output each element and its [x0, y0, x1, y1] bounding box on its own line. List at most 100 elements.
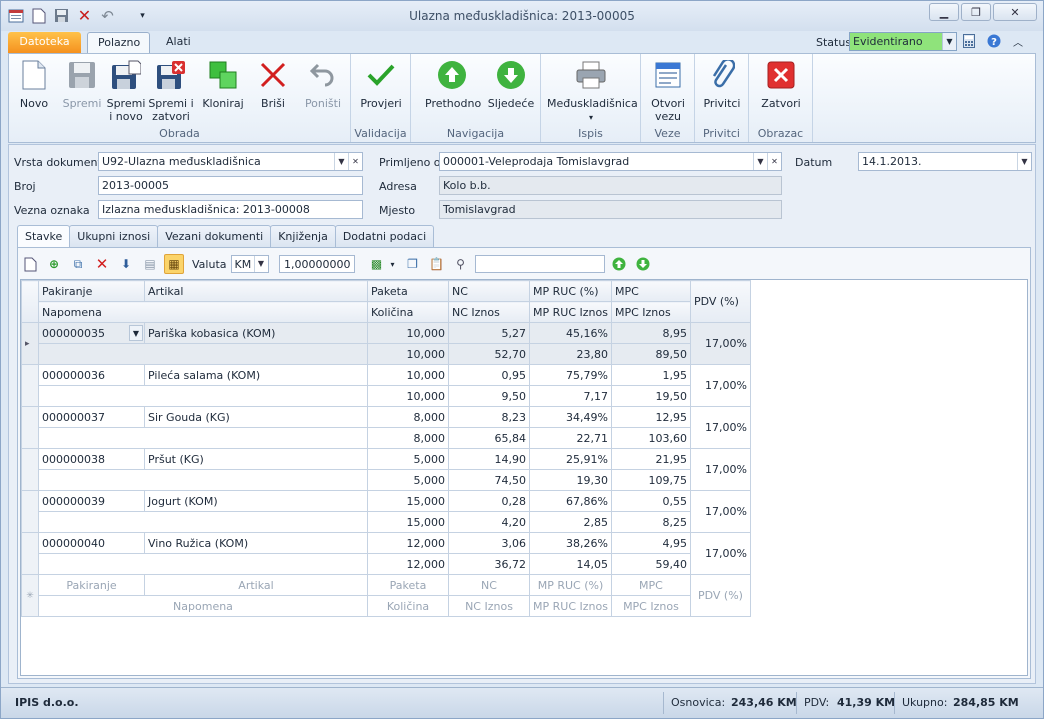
- filter-icon[interactable]: ⚲: [451, 254, 471, 274]
- cell-mpc-iznos[interactable]: 59,40: [610, 553, 691, 575]
- brisi-button[interactable]: Briši: [254, 59, 292, 110]
- clear-icon[interactable]: ✕: [348, 153, 362, 170]
- cell-mpc[interactable]: 0,55: [610, 490, 691, 512]
- kloniraj-button[interactable]: Kloniraj: [202, 59, 244, 110]
- cell-paketa[interactable]: 8,000: [367, 406, 449, 428]
- cell-mpc[interactable]: 12,95: [610, 406, 691, 428]
- table-row[interactable]: ▸ 000000035 ▼ Pariška kobasica (KOM) 10,000 5…: [21, 322, 751, 365]
- cell-nc[interactable]: 5,27: [448, 322, 530, 344]
- chevron-down-icon[interactable]: ▼: [253, 256, 268, 272]
- cell-napomena[interactable]: [38, 385, 368, 407]
- row-indicator[interactable]: [21, 532, 39, 575]
- cell-kolicina[interactable]: 10,000: [367, 385, 449, 407]
- cell-nc[interactable]: 8,23: [448, 406, 530, 428]
- chevron-down-icon[interactable]: ▼: [753, 153, 767, 170]
- move-down-icon[interactable]: [633, 254, 653, 274]
- move-up-icon[interactable]: [609, 254, 629, 274]
- new-row-pakiranje[interactable]: Pakiranje: [38, 574, 145, 596]
- copy-icon[interactable]: ❐: [403, 254, 423, 274]
- ponisti-button[interactable]: Poništi: [301, 59, 345, 110]
- table-row[interactable]: 8,000 65,84 22,71 103,60: [22, 427, 751, 449]
- cell-mpc-iznos[interactable]: 8,25: [610, 511, 691, 533]
- cell-mp-ruc[interactable]: 34,49%: [529, 406, 612, 428]
- cell-pakiranje[interactable]: 000000037: [38, 406, 145, 428]
- cell-nc-iznos[interactable]: 65,84: [448, 427, 530, 449]
- spremi-i-zatvori-button[interactable]: Spremi i zatvori: [148, 59, 194, 123]
- spremi-button[interactable]: Spremi: [62, 59, 102, 110]
- table-row[interactable]: 000000037 Sir Gouda (KG) 8,000 8,23 34,49% 12…: [21, 406, 751, 449]
- cell-mpc[interactable]: 8,95: [610, 322, 691, 344]
- new-row-artikal[interactable]: Artikal: [144, 574, 368, 596]
- cell-mpc[interactable]: 21,95: [610, 448, 691, 470]
- cell-pakiranje[interactable]: 000000040: [38, 532, 145, 554]
- cell-artikal[interactable]: Pršut (KG): [144, 448, 368, 470]
- cell-napomena[interactable]: [38, 469, 368, 491]
- cell-paketa[interactable]: 5,000: [367, 448, 449, 470]
- valuta-select[interactable]: KM ▼: [230, 255, 269, 273]
- cell-nc[interactable]: 0,28: [448, 490, 530, 512]
- cell-kolicina[interactable]: 5,000: [367, 469, 449, 491]
- vrsta-dokumenta-field[interactable]: U92-Ulazna međuskladišnica ▼ ✕: [98, 152, 363, 171]
- sljedece-button[interactable]: Sljedeće: [487, 59, 535, 110]
- close-button[interactable]: ✕: [993, 3, 1037, 21]
- cell-paketa[interactable]: 10,000: [367, 364, 449, 386]
- new-row-napomena[interactable]: Napomena: [38, 595, 368, 617]
- chevron-down-icon[interactable]: ▾: [391, 260, 395, 269]
- cell-nc[interactable]: 14,90: [448, 448, 530, 470]
- cell-mp-ruc[interactable]: 75,79%: [529, 364, 612, 386]
- cell-nc-iznos[interactable]: 4,20: [448, 511, 530, 533]
- cell-mp-ruc-iznos[interactable]: 7,17: [529, 385, 612, 407]
- cell-kolicina[interactable]: 12,000: [367, 553, 449, 575]
- cell-mpc-iznos[interactable]: 109,75: [610, 469, 691, 491]
- cell-kolicina[interactable]: 10,000: [367, 343, 449, 365]
- cell-kolicina[interactable]: 8,000: [367, 427, 449, 449]
- new-row-mp_ruc[interactable]: MP RUC (%): [529, 574, 612, 596]
- cell-pdv[interactable]: 17,00%: [689, 406, 751, 449]
- table-row[interactable]: 10,000 52,70 23,80 89,50: [22, 343, 751, 365]
- cell-mp-ruc[interactable]: 45,16%: [529, 322, 612, 344]
- tab-polazno[interactable]: Polazno: [87, 32, 150, 53]
- cell-pakiranje[interactable]: 000000039: [38, 490, 145, 512]
- new-row-pdv[interactable]: PDV (%): [689, 574, 751, 617]
- cell-mp-ruc-iznos[interactable]: 19,30: [529, 469, 612, 491]
- table-row[interactable]: 000000039 Jogurt (KOM) 15,000 0,28 67,86% 0,5…: [21, 490, 751, 533]
- add-row-icon[interactable]: ⊕: [44, 254, 64, 274]
- cell-nc[interactable]: 3,06: [448, 532, 530, 554]
- chevron-down-icon[interactable]: ▼: [334, 153, 348, 170]
- meduskladisnica-print-button[interactable]: Međuskladišnica ▾: [547, 59, 638, 124]
- tab-vezani-dokumenti[interactable]: Vezani dokumenti: [157, 225, 272, 247]
- provjeri-button[interactable]: Provjeri: [359, 59, 403, 110]
- new-row-mpc[interactable]: MPC: [610, 574, 691, 596]
- otvori-vezu-button[interactable]: Otvori vezu: [647, 59, 689, 123]
- cell-nc[interactable]: 0,95: [448, 364, 530, 386]
- tab-dodatni-podaci[interactable]: Dodatni podaci: [334, 225, 435, 247]
- table-row[interactable]: 000000038 Pršut (KG) 5,000 14,90 25,91% 21,95…: [21, 448, 751, 491]
- cell-nc-iznos[interactable]: 74,50: [448, 469, 530, 491]
- col-mpc[interactable]: MPC: [610, 280, 691, 302]
- cell-mp-ruc-iznos[interactable]: 2,85: [529, 511, 612, 533]
- cell-mpc-iznos[interactable]: 19,50: [610, 385, 691, 407]
- table-row[interactable]: 15,000 4,20 2,85 8,25: [22, 511, 751, 533]
- cell-mpc-iznos[interactable]: 103,60: [610, 427, 691, 449]
- row-indicator[interactable]: [21, 406, 39, 449]
- col-mpc-iznos[interactable]: MPC Iznos: [610, 301, 691, 323]
- import-icon[interactable]: ⬇: [116, 254, 136, 274]
- new-row-mp_ruc_iznos[interactable]: MP RUC Iznos: [529, 595, 612, 617]
- tab-stavke[interactable]: Stavke: [17, 225, 71, 248]
- spremi-i-novo-button[interactable]: Spremi i novo: [106, 59, 146, 123]
- col-mp-ruc[interactable]: MP RUC (%): [529, 280, 612, 302]
- cell-nc-iznos[interactable]: 52,70: [448, 343, 530, 365]
- excel-icon[interactable]: ▩: [367, 254, 387, 274]
- cell-paketa[interactable]: 12,000: [367, 532, 449, 554]
- cell-pakiranje[interactable]: 000000038: [38, 448, 145, 470]
- paste-icon[interactable]: 📋: [427, 254, 447, 274]
- new-row-nc[interactable]: NC: [448, 574, 530, 596]
- cell-napomena[interactable]: [38, 553, 368, 575]
- col-paketa[interactable]: Paketa: [367, 280, 449, 302]
- col-pdv[interactable]: PDV (%): [689, 280, 751, 323]
- prethodno-button[interactable]: Prethodno: [425, 59, 481, 110]
- cell-kolicina[interactable]: 15,000: [367, 511, 449, 533]
- delete-row-icon[interactable]: ✕: [92, 254, 112, 274]
- cell-mp-ruc[interactable]: 25,91%: [529, 448, 612, 470]
- tab-alati[interactable]: Alati: [156, 32, 201, 53]
